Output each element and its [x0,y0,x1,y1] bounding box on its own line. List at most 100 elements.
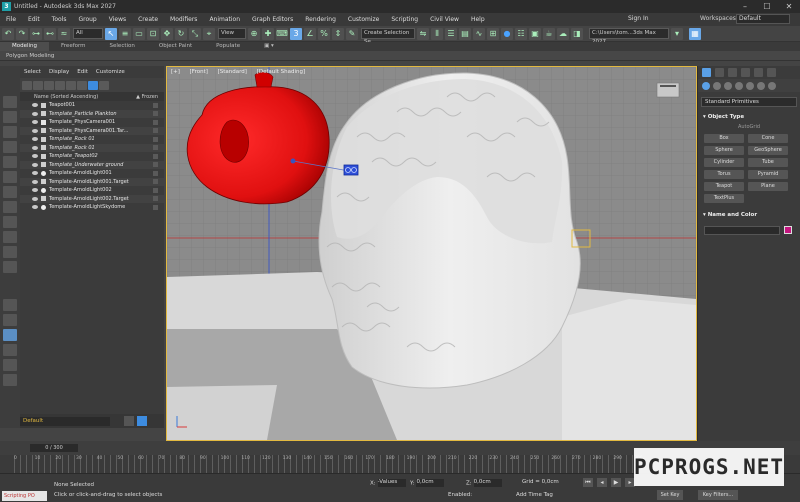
placement-icon[interactable]: ⌖ [203,27,215,40]
tab-freeform[interactable]: Freeform [49,42,98,51]
select-scale-icon[interactable]: ⤡ [189,27,201,40]
explorer-row[interactable]: Template_Underwater ground [20,160,164,169]
explorer-menu-customize[interactable]: Customize [92,69,129,75]
box-button[interactable]: Box [704,134,744,143]
viewport-standard[interactable]: [Standard] [218,69,247,75]
layer-options-icon[interactable] [124,416,134,426]
freeze-toggle-icon[interactable] [153,128,158,134]
display-shapes-icon[interactable] [3,141,17,153]
select-manipulate-icon[interactable]: ✚ [262,27,274,40]
menu-group[interactable]: Group [72,16,102,23]
cylinder-button[interactable]: Cylinder [704,158,744,167]
rendered-frame-window-icon[interactable]: ▣ [529,27,541,40]
tube-button[interactable]: Tube [748,158,788,167]
select-move-icon[interactable]: ✥ [161,27,173,40]
cameras-icon[interactable] [735,81,743,90]
visibility-eye-icon[interactable] [32,145,38,150]
filter-toggle-icon[interactable] [88,80,98,90]
spacewarps-icon[interactable] [757,81,765,90]
freeze-toggle-icon[interactable] [153,162,158,168]
filter-helpers-icon[interactable] [66,80,76,90]
minimize-icon[interactable]: – [734,0,756,13]
display-geometry-icon[interactable] [3,126,17,138]
mirror-icon[interactable]: ⇋ [417,27,429,40]
align-icon[interactable]: ⫴ [431,27,443,40]
angle-snap-icon[interactable]: ∠ [304,27,316,40]
freeze-toggle-icon[interactable] [153,102,158,108]
snaps-toggle-icon[interactable]: 3 [290,27,302,40]
sphere-button[interactable]: Sphere [704,146,744,155]
object-name-field[interactable] [704,226,780,235]
a360-gallery-icon[interactable]: ◨ [571,27,583,40]
sort-hierarchy-icon[interactable] [3,299,17,311]
adaptive-degradation-toggle[interactable]: Enabled: [448,492,472,498]
motion-tab-icon[interactable] [741,68,750,77]
menu-help[interactable]: Help [465,16,491,23]
view-cube-icon[interactable] [656,82,680,98]
explorer-menu-display[interactable]: Display [45,69,73,75]
plane-button[interactable]: Plane [748,182,788,191]
explorer-row[interactable]: Teapot001 [20,101,164,110]
display-lights-icon[interactable] [3,156,17,168]
cone-button[interactable]: Cone [748,134,788,143]
reference-coordinate-dropdown[interactable]: View [218,28,246,39]
visibility-eye-icon[interactable] [32,128,38,133]
sort-layers-icon[interactable] [3,314,17,326]
pivot-center-icon[interactable]: ⊕ [248,27,260,40]
display-none-icon[interactable] [3,111,17,123]
z-value[interactable]: 0,0cm [473,479,502,487]
maxscript-listener[interactable]: Scripting PO [2,491,47,501]
sign-in-button[interactable]: Sign In [628,15,649,22]
project-folder-icon[interactable]: ▾ [671,27,683,40]
select-object-icon[interactable]: ↖ [105,27,117,40]
menu-create[interactable]: Create [132,16,164,23]
set-key-button[interactable]: Set Key [657,490,683,500]
hierarchy-tab-icon[interactable] [728,68,737,77]
selection-region-icon[interactable]: ▭ [133,27,145,40]
lights-icon[interactable] [724,81,732,90]
freeze-toggle-icon[interactable] [153,196,158,202]
visibility-eye-icon[interactable] [32,205,38,210]
link-icon[interactable]: ⊶ [30,27,42,40]
utilities-tab-icon[interactable] [767,68,776,77]
unlink-icon[interactable]: ⊷ [44,27,56,40]
maximize-icon[interactable]: ☐ [756,0,778,13]
freeze-toggle-icon[interactable] [153,153,158,159]
selection-filter-dropdown[interactable]: All [73,28,103,39]
freeze-toggle-icon[interactable] [153,111,158,117]
visibility-eye-icon[interactable] [32,171,38,176]
explorer-menu-select[interactable]: Select [20,69,45,75]
menu-edit[interactable]: Edit [22,16,46,23]
viewport-point-of-view[interactable]: [Front] [190,69,208,75]
display-cameras-icon[interactable] [3,171,17,183]
keyboard-shortcut-icon[interactable]: ⌨ [276,27,288,40]
schematic-view-icon[interactable]: ⊞ [487,27,499,40]
object-color-swatch[interactable] [784,226,792,234]
create-tab-icon[interactable] [702,68,711,77]
render-setup-icon[interactable]: ☷ [515,27,527,40]
visibility-eye-icon[interactable] [32,196,38,201]
viewport-label[interactable]: [+] [Front] [Standard] [Default Shading] [171,69,313,75]
filter-spacewarps-icon[interactable] [77,80,87,90]
freeze-toggle-icon[interactable] [153,170,158,176]
toggle-command-panel-icon[interactable]: ▦ [689,27,701,40]
explorer-row[interactable]: Template-ArnoldLight002 [20,186,164,195]
visibility-eye-icon[interactable] [32,111,38,116]
time-slider-handle[interactable]: 0 / 300 [30,444,78,452]
freeze-toggle-icon[interactable] [153,136,158,142]
window-crossing-icon[interactable]: ⊡ [147,27,159,40]
menu-tools[interactable]: Tools [46,16,73,23]
named-selection-dropdown[interactable]: Create Selection Se [361,28,415,45]
viewport-scene[interactable] [167,67,696,440]
z-coordinate[interactable]: Z: 0,0cm [466,479,502,487]
explorer-row[interactable]: Template-ArnoldLight001.Target [20,177,164,186]
layer-explorer-icon[interactable] [137,416,147,426]
visibility-eye-icon[interactable] [32,154,38,159]
bind-spacewarp-icon[interactable]: ≈ [58,27,70,40]
camera-target-dot[interactable] [290,158,296,164]
shapes-icon[interactable] [713,81,721,90]
visibility-eye-icon[interactable] [32,120,38,125]
render-production-icon[interactable]: ☕ [543,27,555,40]
filter-shapes-icon[interactable] [33,80,43,90]
layer-dropdown[interactable]: Default [20,417,110,426]
